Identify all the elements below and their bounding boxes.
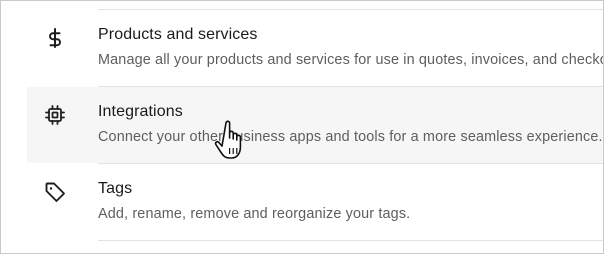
- settings-item-title: Tags: [98, 180, 133, 197]
- settings-item-title: Products and services: [98, 26, 258, 43]
- tag-icon: [43, 180, 67, 204]
- settings-panel: Products and services Manage all your pr…: [0, 0, 604, 254]
- settings-item-integrations[interactable]: Integrations Connect your other business…: [27, 87, 603, 163]
- settings-item-description: Connect your other business apps and too…: [98, 129, 603, 145]
- integration-chip-icon: [43, 103, 67, 127]
- settings-item-description: Add, rename, remove and reorganize your …: [98, 206, 411, 222]
- hand-pointer-cursor-icon: [213, 119, 253, 165]
- settings-item-title: Integrations: [98, 103, 183, 120]
- dollar-sign-icon: [43, 26, 67, 50]
- settings-item-description: Manage all your products and services fo…: [98, 52, 604, 68]
- row-divider: [98, 240, 603, 241]
- settings-item-tags[interactable]: Tags Add, rename, remove and reorganize …: [27, 164, 603, 240]
- settings-item-products-and-services[interactable]: Products and services Manage all your pr…: [27, 10, 603, 86]
